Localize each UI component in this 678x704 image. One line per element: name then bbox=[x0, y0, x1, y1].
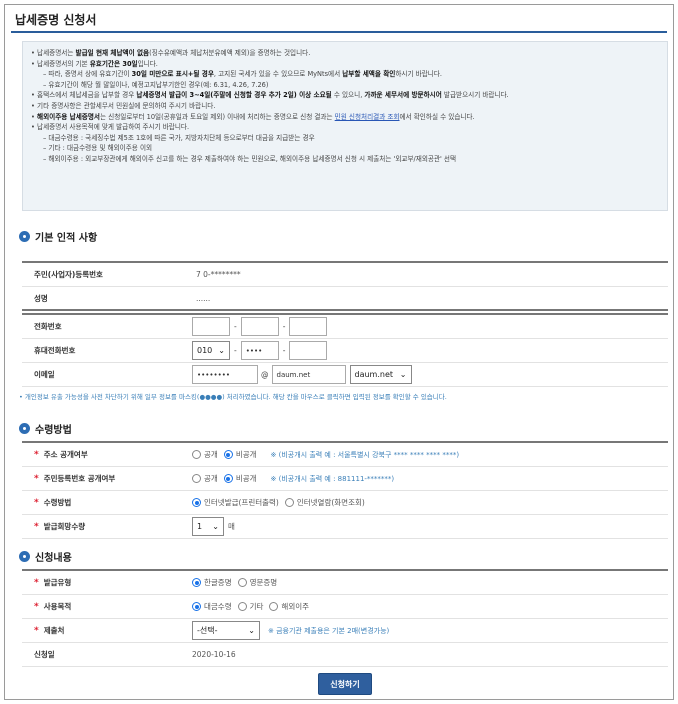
section-receive-header: 수령방법 bbox=[19, 421, 72, 436]
id-label: 주민(사업자)등록번호 bbox=[34, 270, 103, 279]
korean-cert-radio[interactable]: 한글증명 bbox=[192, 577, 232, 588]
chevron-down-icon: ⌄ bbox=[399, 370, 407, 379]
email-domain-field[interactable]: daum.net bbox=[271, 365, 346, 384]
page-title: 납세증명 신청서 bbox=[15, 13, 97, 27]
chevron-down-icon: ⌄ bbox=[248, 626, 255, 635]
purpose-label: 사용목적 bbox=[43, 602, 72, 611]
submit-to-label: 제출처 bbox=[43, 626, 65, 635]
receive-method-row: * 수령방법 인터넷발급(프린터출력) 인터넷열람(화면조회) bbox=[22, 491, 668, 515]
email-row: 이메일 •••••••• @ daum.net daum.net ⌄ bbox=[22, 363, 668, 387]
notice-line: – 따라, 증명서 상에 유효기간이 30일 미만으로 표시+될 경우, 고지된… bbox=[43, 70, 443, 79]
notice-line: • 납세증명서는 발급일 현재 체납액이 없음(징수유예액과 체납처분유예액 제… bbox=[31, 49, 311, 57]
notice-line: – 해외이주용 : 외교부장관에게 해외이주 신고를 하는 경우 제출하여야 하… bbox=[43, 154, 457, 163]
address-note: ※ (비공개시 출력 예 : 서울특별시 강북구 **** **** **** … bbox=[270, 450, 460, 459]
section-bullet-icon bbox=[19, 423, 30, 434]
application-frame: 납세증명 신청서 • 납세증명서는 발급일 현재 체납액이 없음(징수유예액과 … bbox=[4, 4, 674, 700]
mobile-label: 휴대전화번호 bbox=[34, 346, 76, 355]
name-row: 성명 ...... bbox=[22, 287, 668, 311]
id-value: 7 0-******** bbox=[196, 270, 241, 279]
submit-to-row: * 제출처 -선택- ⌄ ※ 금융기관 제출용은 기본 2매(변경가능) bbox=[22, 619, 668, 643]
email-user-field[interactable]: •••••••• bbox=[192, 365, 258, 384]
quantity-select[interactable]: 1 ⌄ bbox=[192, 517, 224, 536]
basic-info-table: 주민(사업자)등록번호 7 0-******** 성명 ...... bbox=[22, 261, 668, 311]
mobile-field-2[interactable]: •••• bbox=[240, 341, 279, 360]
chevron-down-icon: ⌄ bbox=[218, 346, 225, 355]
rrn-private-radio[interactable]: 비공개 bbox=[223, 473, 257, 484]
purpose-other-radio[interactable]: 기타 bbox=[237, 601, 263, 612]
phone-field-2[interactable] bbox=[240, 317, 279, 336]
notice-line: – 대금수령용 : 국세징수법 제5조 1호에 따른 국가, 지방자치단체 등으… bbox=[43, 133, 315, 142]
phone-field-3[interactable] bbox=[289, 317, 328, 336]
notice-line: • 기타 증명사항은 관할세무서 민원실에 문의하여 주시기 바랍니다. bbox=[31, 101, 216, 110]
apply-date-row: 신청일 2020-10-16 bbox=[22, 643, 668, 667]
address-disclosure-label: 주소 공개여부 bbox=[43, 450, 88, 459]
apply-date-value: 2020-10-16 bbox=[192, 650, 236, 659]
purpose-payment-radio[interactable]: 대금수령 bbox=[192, 601, 232, 612]
chevron-down-icon: ⌄ bbox=[212, 522, 219, 531]
receive-method-label: 수령방법 bbox=[43, 498, 72, 507]
phone-label: 전화번호 bbox=[34, 322, 62, 331]
purpose-emigration-radio[interactable]: 해외이주 bbox=[269, 601, 309, 612]
rrn-disclosure-label: 주민등록번호 공개여부 bbox=[43, 474, 116, 483]
internet-print-radio[interactable]: 인터넷발급(프린터출력) bbox=[192, 497, 279, 508]
english-cert-radio[interactable]: 영문증명 bbox=[237, 577, 277, 588]
rrn-disclosure-row: * 주민등록번호 공개여부 공개 비공개 ※ (비공개시 출력 예 : 88111… bbox=[22, 467, 668, 491]
title-divider bbox=[11, 31, 667, 33]
apply-date-label: 신청일 bbox=[34, 650, 55, 659]
internet-view-radio[interactable]: 인터넷열람(화면조회) bbox=[284, 497, 365, 508]
address-private-radio[interactable]: 비공개 bbox=[223, 449, 257, 460]
section-bullet-icon bbox=[19, 231, 30, 242]
notice-line: • 납세증명서 사용목적에 맞게 발급하여 주시기 바랍니다. bbox=[31, 123, 190, 132]
submit-to-note: ※ 금융기관 제출용은 기본 2매(변경가능) bbox=[268, 626, 390, 635]
notice-line: • 납세증명서의 기본 유효기간은 30일입니다. bbox=[31, 59, 158, 68]
name-value: ...... bbox=[196, 293, 211, 303]
inquiry-link[interactable]: 민원 신청처리결과 조회 bbox=[335, 113, 400, 121]
quantity-row: * 발급희망수량 1 ⌄ 매 bbox=[22, 515, 668, 539]
id-row: 주민(사업자)등록번호 7 0-******** bbox=[22, 263, 668, 287]
name-label: 성명 bbox=[34, 293, 48, 303]
submit-button[interactable]: 신청하기 bbox=[318, 673, 372, 695]
phone-row: 전화번호 - - bbox=[22, 315, 668, 339]
notice-box: • 납세증명서는 발급일 현재 체납액이 없음(징수유예액과 체납처분유예액 제… bbox=[22, 41, 668, 211]
receive-table: * 주소 공개여부 공개 비공개 ※ (비공개시 출력 예 : 서울특별시 강북구… bbox=[22, 441, 668, 539]
submit-to-select[interactable]: -선택- ⌄ bbox=[192, 621, 260, 640]
mobile-prefix-select[interactable]: 010 ⌄ bbox=[192, 341, 230, 360]
address-public-radio[interactable]: 공개 bbox=[192, 449, 218, 460]
purpose-row: * 사용목적 대금수령 기타 해외이주 bbox=[22, 595, 668, 619]
contact-table: 전화번호 - - 휴대전화번호 010 ⌄ - •••• - 이메일 ••••••… bbox=[22, 313, 668, 387]
notice-line: – 유효기간이 해당 월 말일이나, 예정고지납부기한인 경우(예: 6.31,… bbox=[43, 80, 269, 89]
section-apply-header: 신청내용 bbox=[19, 549, 72, 564]
section-bullet-icon bbox=[19, 551, 30, 562]
notice-line: – 기타 : 대금수령용 및 해외이주용 이외 bbox=[43, 144, 153, 153]
cert-type-label: 발급유형 bbox=[43, 578, 72, 587]
address-disclosure-row: * 주소 공개여부 공개 비공개 ※ (비공개시 출력 예 : 서울특별시 강북구… bbox=[22, 443, 668, 467]
section-basic-header: 기본 인적 사항 bbox=[19, 229, 97, 244]
apply-table: * 발급유형 한글증명 영문증명 * 사용목적 대금수령 기타 해외이주 * 제출처 … bbox=[22, 569, 668, 667]
mobile-row: 휴대전화번호 010 ⌄ - •••• - bbox=[22, 339, 668, 363]
rrn-public-radio[interactable]: 공개 bbox=[192, 473, 218, 484]
email-domain-select[interactable]: daum.net ⌄ bbox=[349, 365, 412, 384]
privacy-note: • 개인정보 유출 가능성을 사전 차단하기 위해 일부 정보를 마스킹(●●●… bbox=[19, 393, 447, 401]
email-label: 이메일 bbox=[34, 370, 55, 379]
rrn-note: ※ (비공개시 출력 예 : 881111-*******) bbox=[270, 474, 395, 483]
cert-type-row: * 발급유형 한글증명 영문증명 bbox=[22, 571, 668, 595]
notice-line: • 홈택스에서 체납세금을 납부할 경우 납세증명서 발급이 3~4일(주말에 … bbox=[31, 91, 509, 100]
phone-field-1[interactable] bbox=[192, 317, 230, 336]
notice-line: • 해외이주용 납세증명서는 신청일로부터 10일(공휴일과 토요일 제외) 이… bbox=[31, 112, 475, 121]
mobile-field-3[interactable] bbox=[289, 341, 328, 360]
quantity-unit: 매 bbox=[228, 522, 235, 531]
quantity-label: 발급희망수량 bbox=[43, 522, 86, 531]
